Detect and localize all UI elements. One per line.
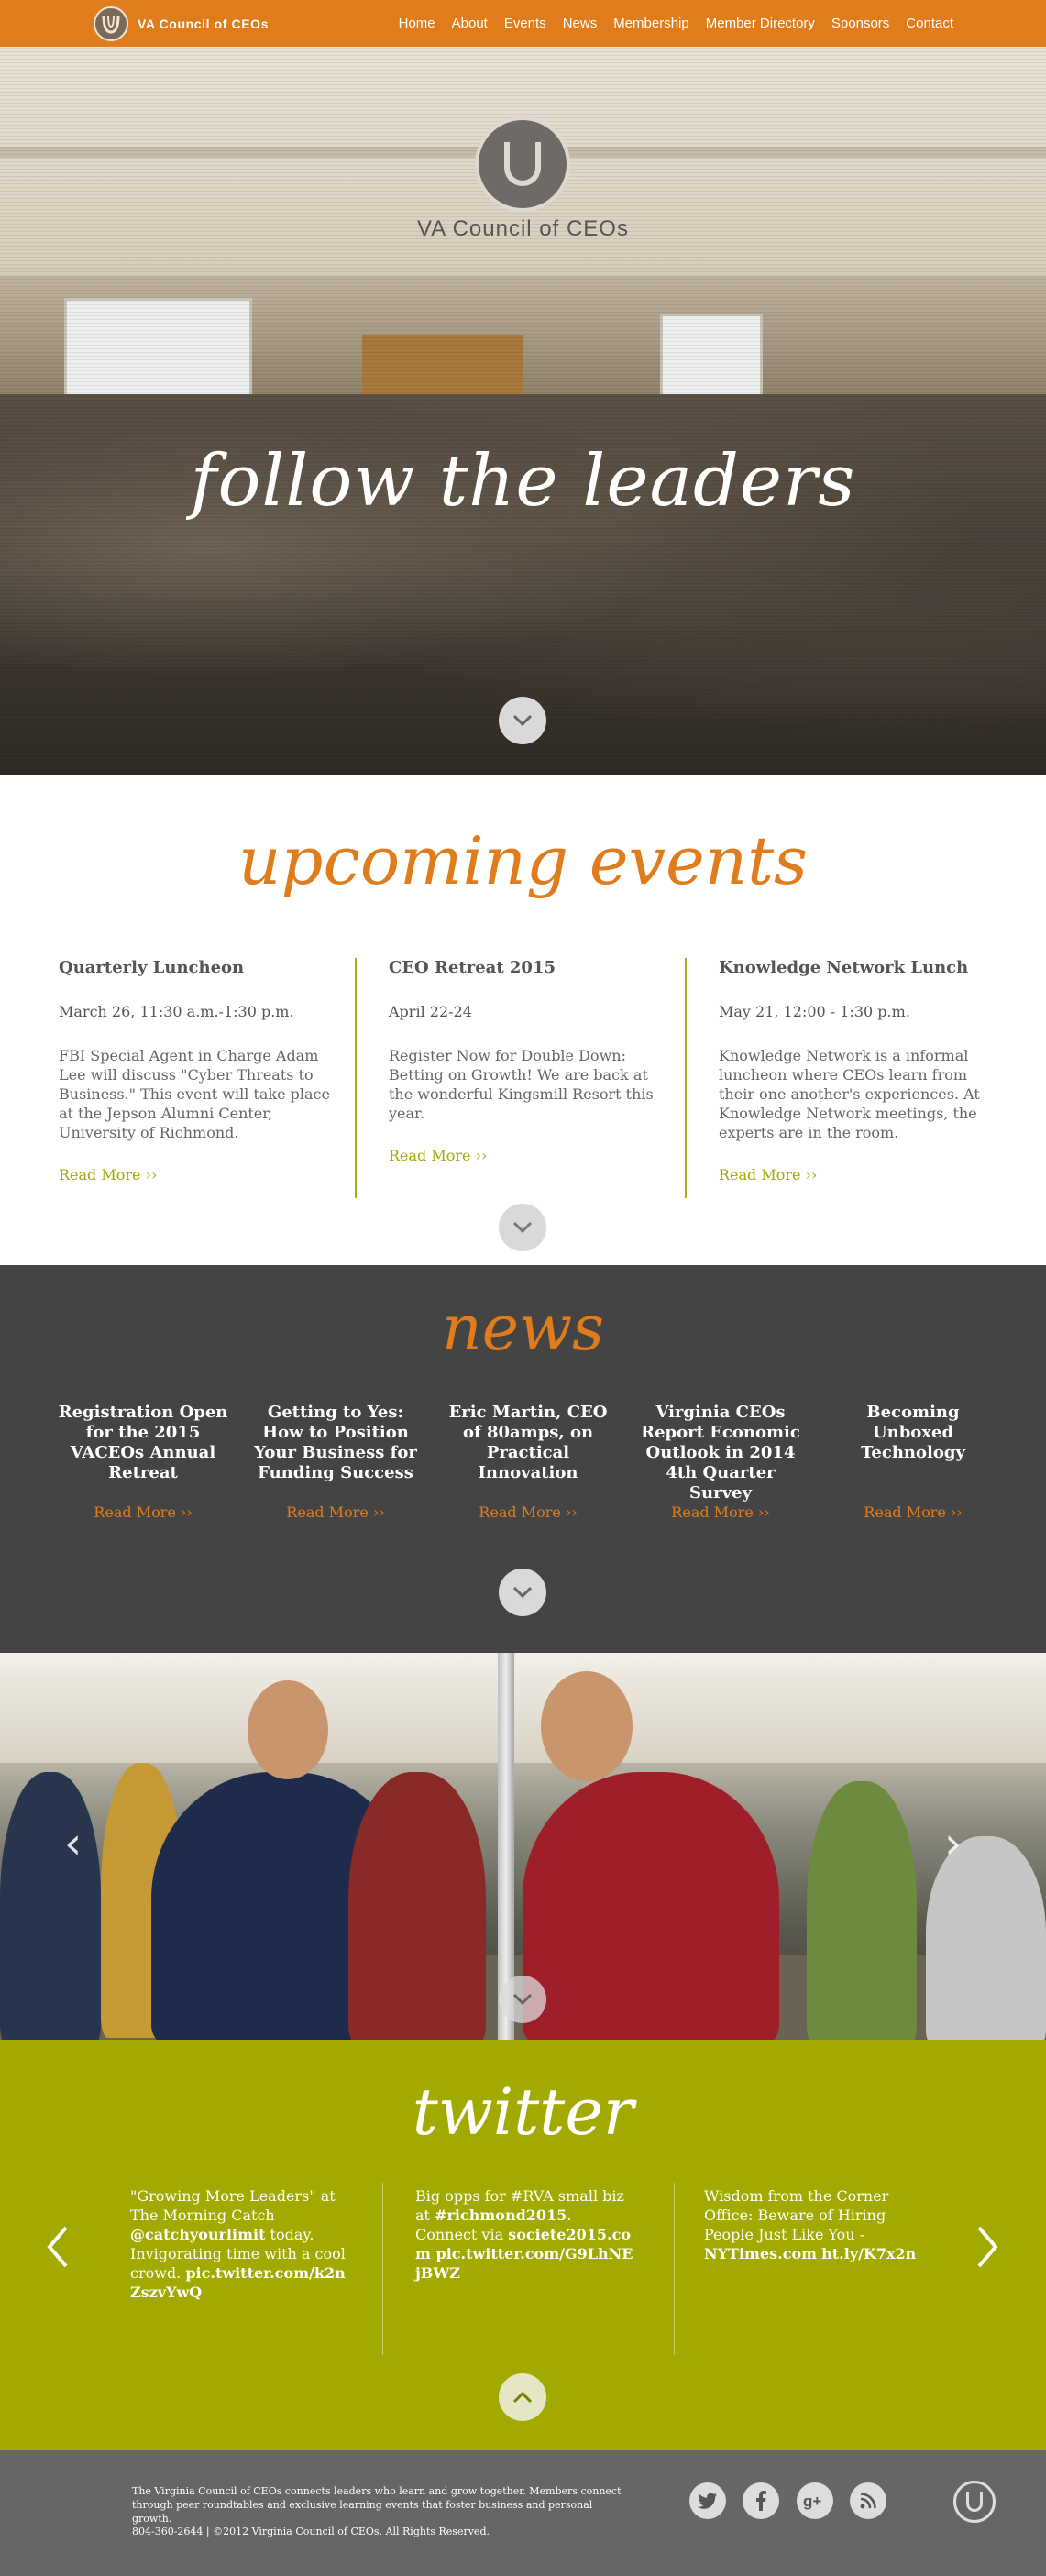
top-nav: VA Council of CEOs Home About Events New… [0, 0, 1046, 47]
chevron-up-icon [512, 2391, 533, 2404]
hero-tagline: follow the leaders [190, 440, 856, 523]
news-headline[interactable]: Becoming Unboxed Technology [826, 1403, 1000, 1503]
event-description: FBI Special Agent in Charge Adam Lee wil… [59, 1047, 330, 1141]
hero-section: VA Council of CEOs follow the leaders [0, 0, 1046, 775]
chevron-down-icon [512, 1993, 533, 2006]
google-plus-icon[interactable]: g+ [797, 2482, 833, 2519]
twitter-prev-button[interactable] [44, 2223, 70, 2283]
svg-text:g+: g+ [803, 2493, 821, 2510]
news-headline[interactable]: Virginia CEOs Report Economic Outlook in… [633, 1403, 808, 1503]
event-title: CEO Retreat 2015 [389, 958, 556, 977]
nav-events[interactable]: Events [504, 16, 546, 31]
photo-person [523, 1772, 779, 2040]
slider-next-button[interactable]: › [944, 1818, 962, 1869]
photo-slider: ‹ › [0, 1653, 1046, 2040]
tweet-text: "Growing More Leaders" at The Morning Ca… [130, 2187, 336, 2224]
site-logo[interactable]: VA Council of CEOs [94, 6, 270, 41]
event-card: CEO Retreat 2015 April 22-24 Register No… [389, 958, 664, 1164]
chevron-right-icon [977, 2226, 998, 2268]
footer-contact-line: 804-360-2644 | ©2012 Virginia Council of… [132, 2526, 490, 2537]
news-card: Registration Open for the 2015 VACEOs An… [56, 1403, 230, 1521]
nav-member-directory[interactable]: Member Directory [706, 16, 815, 31]
chevron-down-icon [512, 1586, 533, 1599]
news-title: news [441, 1293, 605, 1365]
chevron-down-icon [512, 714, 533, 727]
news-read-more-link[interactable]: Read More ›› [479, 1503, 577, 1521]
tweet: Big opps for #RVA small biz at #richmond… [415, 2186, 635, 2283]
tweet: "Growing More Leaders" at The Morning Ca… [130, 2186, 350, 2302]
twitter-icon[interactable] [689, 2482, 726, 2519]
tweet: Wisdom from the Corner Office: Beware of… [704, 2186, 924, 2263]
photo-face [541, 1671, 633, 1781]
news-card: Getting to Yes: How to Position Your Bus… [248, 1403, 423, 1521]
events-title: upcoming events [238, 822, 808, 899]
news-card: Becoming Unboxed Technology Read More ›› [826, 1403, 1000, 1521]
news-read-more-link[interactable]: Read More ›› [94, 1503, 192, 1521]
nav-news[interactable]: News [563, 16, 598, 31]
event-card: Quarterly Luncheon March 26, 11:30 a.m.-… [59, 958, 334, 1183]
twitter-title: twitter [412, 2075, 634, 2150]
news-headline[interactable]: Getting to Yes: How to Position Your Bus… [248, 1403, 423, 1503]
nav-sponsors[interactable]: Sponsors [831, 16, 889, 31]
tweet-source-link[interactable]: NYTimes.com [704, 2245, 817, 2262]
event-divider [355, 958, 357, 1198]
tweet-link[interactable]: ht.ly/K7x2n [821, 2245, 916, 2262]
facebook-icon[interactable] [743, 2482, 779, 2519]
hero-logo-emblem-icon [475, 116, 570, 212]
twitter-next-button[interactable] [975, 2223, 1001, 2283]
nav-contact[interactable]: Contact [906, 16, 953, 31]
photo-scroll-down-button[interactable] [499, 1976, 546, 2023]
logo-text: VA Council of CEOs [138, 16, 270, 31]
photo-person [0, 1772, 101, 2040]
footer-about-text: The Virginia Council of CEOs connects le… [132, 2485, 622, 2525]
photo-tent-canopy [0, 1653, 1046, 1763]
nav-home[interactable]: Home [399, 16, 435, 31]
news-card: Eric Martin, CEO of 80amps, on Practical… [441, 1403, 615, 1521]
chevron-down-icon [512, 1221, 533, 1234]
tweet-hashtag-link[interactable]: #richmond2015 [435, 2207, 567, 2224]
news-read-more-link[interactable]: Read More ›› [671, 1503, 769, 1521]
event-divider [685, 958, 687, 1198]
scroll-to-top-button[interactable] [499, 2373, 546, 2421]
tweet-text: Wisdom from the Corner Office: Beware of… [704, 2187, 889, 2243]
news-card: Virginia CEOs Report Economic Outlook in… [633, 1403, 808, 1521]
event-title: Quarterly Luncheon [59, 958, 245, 977]
twitter-section: twitter "Growing More Leaders" at The Mo… [0, 2040, 1046, 2450]
tweet-handle-link[interactable]: @catchyourlimit [130, 2226, 265, 2243]
hero-brand-name: VA Council of CEOs [417, 216, 629, 241]
footer-logo-emblem-icon[interactable] [953, 2481, 996, 2523]
event-date: May 21, 12:00 - 1:30 p.m. [719, 1003, 910, 1020]
nav-about[interactable]: About [452, 16, 488, 31]
event-card: Knowledge Network Lunch May 21, 12:00 - … [719, 958, 994, 1183]
event-date: March 26, 11:30 a.m.-1:30 p.m. [59, 1003, 294, 1020]
slider-prev-button[interactable]: ‹ [64, 1818, 82, 1869]
tweet-divider [382, 2183, 383, 2355]
rss-icon[interactable] [850, 2482, 886, 2519]
event-read-more-link[interactable]: Read More ›› [389, 1147, 487, 1164]
upcoming-events-section: upcoming events Quarterly Luncheon March… [0, 775, 1046, 1265]
logo-emblem-icon [94, 6, 128, 41]
site-footer: The Virginia Council of CEOs connects le… [0, 2450, 1046, 2576]
event-title: Knowledge Network Lunch [719, 958, 969, 977]
event-date: April 22-24 [389, 1003, 472, 1020]
news-read-more-link[interactable]: Read More ›› [286, 1503, 384, 1521]
scroll-down-button[interactable] [499, 697, 546, 744]
photo-face [248, 1680, 328, 1779]
news-read-more-link[interactable]: Read More ›› [864, 1503, 962, 1521]
photo-person [807, 1781, 917, 2040]
event-read-more-link[interactable]: Read More ›› [59, 1166, 157, 1183]
tweet-divider [674, 2183, 675, 2355]
event-description: Register Now for Double Down: Betting on… [389, 1047, 654, 1122]
news-section: news Registration Open for the 2015 VACE… [0, 1265, 1046, 1653]
event-description: Knowledge Network is a informal luncheon… [719, 1047, 980, 1141]
photo-person [348, 1772, 486, 2040]
nav-membership[interactable]: Membership [613, 16, 689, 31]
event-read-more-link[interactable]: Read More ›› [719, 1166, 817, 1183]
news-headline[interactable]: Registration Open for the 2015 VACEOs An… [56, 1403, 230, 1503]
events-scroll-down-button[interactable] [499, 1204, 546, 1251]
news-headline[interactable]: Eric Martin, CEO of 80amps, on Practical… [441, 1403, 615, 1503]
chevron-left-icon [47, 2226, 68, 2268]
news-scroll-down-button[interactable] [499, 1569, 546, 1616]
main-menu: Home About Events News Membership Member… [382, 0, 953, 47]
